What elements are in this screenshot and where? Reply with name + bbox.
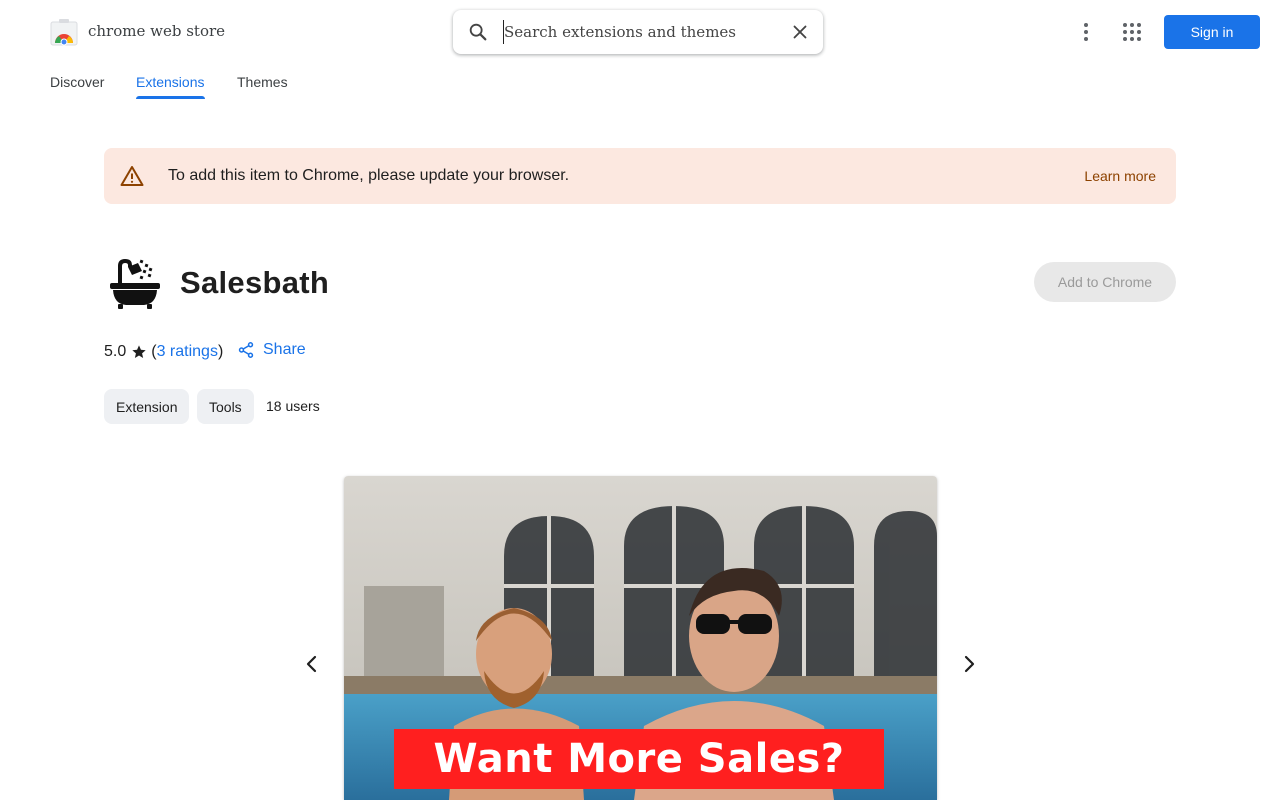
carousel-screenshot: Want More Sales? (344, 476, 937, 800)
rating-summary: 5.0 (3 ratings) (104, 342, 223, 362)
user-count: 18 users (266, 398, 320, 414)
apps-grid-icon[interactable] (1120, 20, 1144, 44)
banner-message: To add this item to Chrome, please updat… (168, 167, 570, 184)
add-to-chrome-button[interactable]: Add to Chrome (1034, 262, 1176, 302)
search-box[interactable] (453, 10, 823, 54)
promo-caption: Want More Sales? (394, 729, 884, 789)
share-label: Share (263, 341, 306, 358)
chip-extension[interactable]: Extension (104, 389, 190, 424)
sign-in-button[interactable]: Sign in (1164, 15, 1260, 49)
star-icon (132, 345, 146, 358)
learn-more-link[interactable]: Learn more (1084, 168, 1156, 184)
search-input[interactable] (503, 20, 773, 44)
warning-icon (120, 166, 144, 186)
chrome-web-store-logo[interactable] (50, 18, 78, 46)
ratings-link[interactable]: 3 ratings (157, 343, 218, 361)
chevron-right-icon[interactable] (957, 652, 981, 676)
chevron-left-icon[interactable] (300, 652, 324, 676)
tab-discover[interactable]: Discover (50, 74, 104, 90)
close-icon[interactable] (789, 21, 811, 43)
paren-close: ) (217, 343, 224, 360)
search-icon[interactable] (467, 21, 489, 43)
tab-themes[interactable]: Themes (237, 74, 288, 90)
more-vert-icon[interactable] (1074, 20, 1098, 44)
store-name[interactable]: chrome web store (88, 22, 225, 40)
chip-tools[interactable]: Tools (197, 389, 254, 424)
share-icon (238, 342, 254, 358)
update-browser-banner: To add this item to Chrome, please updat… (104, 148, 1176, 204)
active-tab-indicator (136, 96, 205, 99)
share-button[interactable]: Share (237, 341, 306, 359)
rating-value: 5.0 (104, 343, 127, 360)
tab-extensions[interactable]: Extensions (136, 74, 204, 90)
bathtub-shower-icon (110, 259, 160, 309)
extension-title: Salesbath (180, 265, 330, 300)
